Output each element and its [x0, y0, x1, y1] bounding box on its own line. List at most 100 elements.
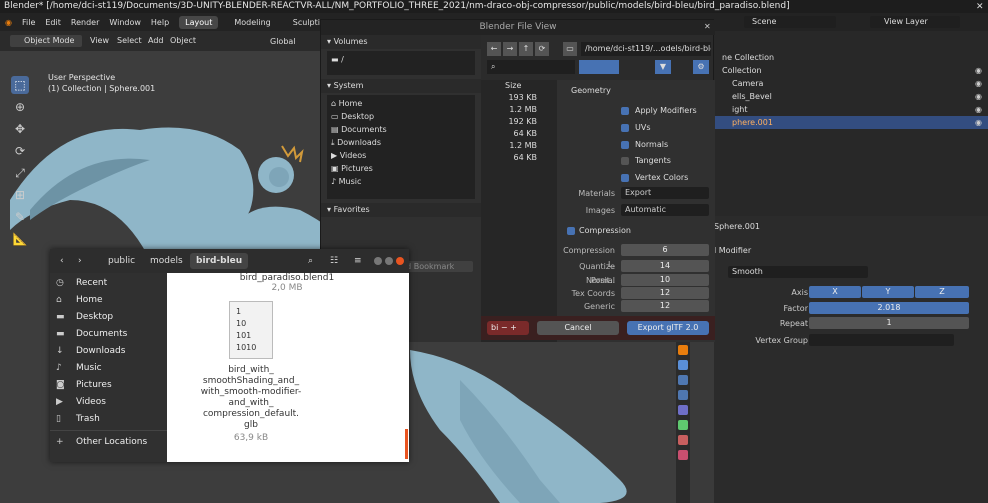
- outliner-row[interactable]: Collection ◉: [714, 64, 988, 77]
- repeat-field[interactable]: 1: [809, 317, 969, 329]
- path-field[interactable]: /home/dci-st119/...odels/bird-bleu/: [581, 42, 711, 56]
- modifier-tab-icon[interactable]: [678, 360, 688, 370]
- outliner-row[interactable]: ne Collection: [714, 51, 988, 64]
- volumes-header[interactable]: ▾ Volumes: [321, 35, 481, 49]
- normals-checkbox[interactable]: Normals: [557, 138, 715, 152]
- object-mode-dropdown[interactable]: Object Mode: [10, 35, 82, 47]
- search-icon[interactable]: ⌕: [302, 253, 319, 269]
- minimize-icon[interactable]: [374, 257, 382, 265]
- sidebar-item-music[interactable]: ♪ Music: [50, 360, 167, 377]
- annotate-tool-icon[interactable]: ✎: [11, 208, 29, 226]
- eye-icon[interactable]: ◉: [975, 103, 982, 116]
- file-item[interactable]: bird_paradiso.blend1 2,0 MB: [187, 273, 387, 293]
- volume-item[interactable]: ▬ /: [331, 53, 471, 66]
- breadcrumb-public[interactable]: public: [102, 253, 141, 269]
- display-mode-icon[interactable]: [579, 60, 619, 74]
- close-blender-icon[interactable]: ✕: [976, 2, 984, 12]
- sidebar-item-other-locations[interactable]: + Other Locations: [50, 434, 167, 451]
- physics-tab-icon[interactable]: [678, 390, 688, 400]
- factor-field[interactable]: 2.018: [809, 302, 969, 314]
- blender-logo-icon[interactable]: ◉: [5, 18, 12, 27]
- menu-file[interactable]: File: [22, 18, 35, 27]
- rotate-tool-icon[interactable]: ⟳: [11, 142, 29, 160]
- view-toggle-icon[interactable]: ☷: [324, 253, 344, 269]
- constraints-tab-icon[interactable]: [678, 405, 688, 415]
- uvs-checkbox[interactable]: UVs: [557, 121, 715, 135]
- close-dialog-icon[interactable]: ✕: [704, 22, 711, 31]
- file-row[interactable]: 192 KB: [481, 116, 557, 128]
- material-tab-icon[interactable]: [678, 435, 688, 445]
- tab-modeling[interactable]: Modeling: [228, 16, 276, 29]
- outliner-row[interactable]: Camera ◉: [714, 77, 988, 90]
- object-tab-icon[interactable]: [678, 345, 688, 355]
- sidebar-item-documents[interactable]: ▬ Documents: [50, 326, 167, 343]
- back-button-icon[interactable]: ‹: [54, 253, 70, 269]
- sidebar-item-recent[interactable]: ◷ Recent: [50, 275, 167, 292]
- sidebar-item-home[interactable]: ⌂ Home: [50, 292, 167, 309]
- system-header[interactable]: ▾ System: [321, 79, 481, 93]
- tangents-checkbox[interactable]: Tangents: [557, 154, 715, 168]
- file-row[interactable]: 1.2 MB: [481, 104, 557, 116]
- breadcrumb-bird-bleu[interactable]: bird-bleu: [190, 253, 249, 269]
- system-item-music[interactable]: ♪ Music: [331, 175, 471, 188]
- outliner-row-selected[interactable]: phere.001 ◉: [714, 116, 988, 129]
- file-item[interactable]: 1 10 101 1010 bird_with_ smoothShading_a…: [181, 301, 321, 443]
- export-gltf-button[interactable]: Export glTF 2.0: [627, 321, 709, 335]
- tab-layout[interactable]: Layout: [179, 15, 219, 29]
- vertex-colors-checkbox[interactable]: Vertex Colors: [557, 171, 715, 185]
- refresh-icon[interactable]: ⟳: [535, 42, 549, 56]
- file-row[interactable]: 193 KB: [481, 92, 557, 104]
- quantize-position-field[interactable]: 14: [621, 260, 709, 272]
- menu-object[interactable]: Object: [170, 36, 196, 45]
- geometry-header[interactable]: Geometry: [557, 84, 715, 98]
- outliner-row[interactable]: ight ◉: [714, 103, 988, 116]
- file-row[interactable]: 1.2 MB: [481, 140, 557, 152]
- transform-tool-icon[interactable]: ⊞: [11, 186, 29, 204]
- sidebar-item-downloads[interactable]: ↓ Downloads: [50, 343, 167, 360]
- data-tab-icon[interactable]: [678, 420, 688, 430]
- images-dropdown[interactable]: Automatic: [621, 204, 709, 216]
- forward-arrow-icon[interactable]: →: [503, 42, 517, 56]
- filter-icon[interactable]: ▼: [655, 60, 671, 74]
- parent-dir-icon[interactable]: ↑: [519, 42, 533, 56]
- texture-tab-icon[interactable]: [678, 450, 688, 460]
- favorites-header[interactable]: ▾ Favorites: [321, 203, 481, 217]
- settings-gear-icon[interactable]: ⚙: [693, 60, 709, 74]
- back-arrow-icon[interactable]: ←: [487, 42, 501, 56]
- eye-icon[interactable]: ◉: [975, 90, 982, 103]
- menu-edit[interactable]: Edit: [45, 18, 61, 27]
- move-tool-icon[interactable]: ✥: [11, 120, 29, 138]
- menu-help[interactable]: Help: [151, 18, 169, 27]
- materials-dropdown[interactable]: Export: [621, 187, 709, 199]
- sidebar-item-trash[interactable]: ▯ Trash: [50, 411, 167, 428]
- menu-icon[interactable]: ≡: [348, 253, 368, 269]
- breadcrumb-models[interactable]: models: [144, 253, 189, 269]
- system-item-home[interactable]: ⌂ Home: [331, 97, 471, 110]
- scene-selector[interactable]: Scene: [744, 16, 836, 28]
- compression-header[interactable]: Compression: [557, 224, 715, 238]
- normal-field[interactable]: 10: [621, 274, 709, 286]
- close-icon[interactable]: [396, 257, 404, 265]
- system-item-pictures[interactable]: ▣ Pictures: [331, 162, 471, 175]
- system-item-videos[interactable]: ▶ Videos: [331, 149, 471, 162]
- apply-modifiers-checkbox[interactable]: Apply Modifiers: [557, 104, 715, 118]
- select-tool-icon[interactable]: ⬚: [11, 76, 29, 94]
- system-item-downloads[interactable]: ⤓ Downloads: [331, 136, 471, 149]
- sidebar-item-desktop[interactable]: ▬ Desktop: [50, 309, 167, 326]
- compression-level-field[interactable]: 6: [621, 244, 709, 256]
- maximize-icon[interactable]: [385, 257, 393, 265]
- vertex-group-field[interactable]: [809, 334, 954, 346]
- file-row[interactable]: 64 KB: [481, 128, 557, 140]
- file-row[interactable]: 64 KB: [481, 152, 557, 164]
- scale-tool-icon[interactable]: ⤢: [11, 164, 29, 182]
- tex-coords-field[interactable]: 12: [621, 287, 709, 299]
- cancel-button[interactable]: Cancel: [537, 321, 619, 335]
- modifier-name-field[interactable]: Smooth: [728, 266, 868, 278]
- cursor-tool-icon[interactable]: ⊕: [11, 98, 29, 116]
- axis-y-toggle[interactable]: Y: [862, 286, 914, 298]
- axis-z-toggle[interactable]: Z: [915, 286, 969, 298]
- sidebar-item-videos[interactable]: ▶ Videos: [50, 394, 167, 411]
- new-folder-icon[interactable]: ▭: [563, 42, 577, 56]
- eye-icon[interactable]: ◉: [975, 116, 982, 129]
- eye-icon[interactable]: ◉: [975, 77, 982, 90]
